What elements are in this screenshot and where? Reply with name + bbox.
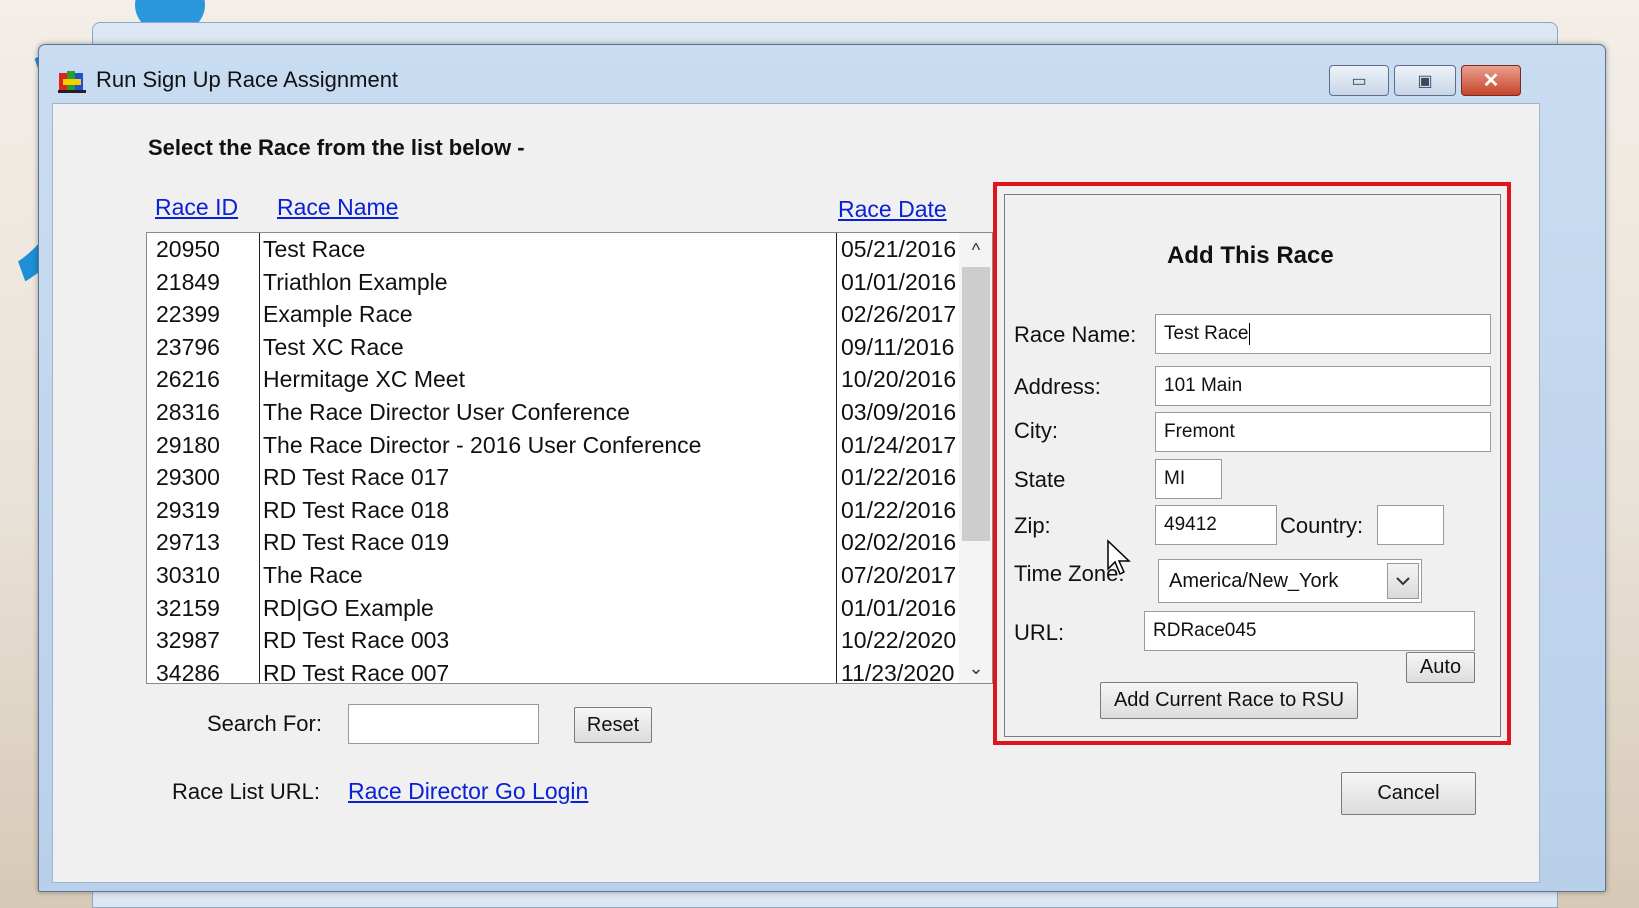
race-name-cell: The Race bbox=[263, 562, 363, 588]
race-date-cell: 10/22/2020 bbox=[841, 627, 957, 654]
timezone-value: America/New_York bbox=[1169, 569, 1339, 592]
race-id-cell: 34286 bbox=[156, 659, 220, 684]
race-list-url-label: Race List URL: bbox=[172, 779, 320, 804]
race-name-cell: Hermitage XC Meet bbox=[263, 366, 465, 393]
race-name-field[interactable]: Test Race bbox=[1155, 314, 1491, 354]
mouse-pointer-icon bbox=[1107, 539, 1131, 576]
race-date-cell: 11/23/2020 bbox=[841, 659, 955, 684]
chevron-down-icon[interactable] bbox=[1387, 563, 1419, 599]
race-date-cell: 09/11/2016 bbox=[841, 333, 955, 360]
race-id-cell: 29180 bbox=[156, 431, 220, 458]
add-current-race-to-rsu-button[interactable]: Add Current Race to RSU bbox=[1100, 682, 1358, 719]
maximize-button[interactable]: ▣ bbox=[1394, 65, 1456, 96]
race-name-cell: Triathlon Example bbox=[263, 268, 448, 295]
state-label: State bbox=[1014, 467, 1066, 492]
list-scrollbar[interactable]: ^ ⌄ bbox=[959, 233, 992, 683]
race-id-cell: 23796 bbox=[156, 333, 220, 360]
window-title: Run Sign Up Race Assignment bbox=[96, 67, 399, 92]
scroll-thumb[interactable] bbox=[962, 267, 990, 541]
race-name-cell: The Race Director - 2016 User Conference bbox=[263, 431, 702, 458]
auto-button[interactable]: Auto bbox=[1406, 652, 1475, 683]
race-id-cell: 28316 bbox=[156, 399, 220, 425]
race-id-cell: 20950 bbox=[156, 236, 220, 262]
race-name-cell: RD Test Race 007 bbox=[263, 659, 450, 684]
race-name-value: Test Race bbox=[1164, 323, 1249, 344]
race-director-go-login-link[interactable]: Race Director Go Login bbox=[348, 778, 588, 805]
dialog-client-area: Select the Race from the list below - Ra… bbox=[52, 103, 1540, 883]
race-name-cell: RD Test Race 017 bbox=[263, 464, 450, 491]
title-bar[interactable]: Run Sign Up Race Assignment ▭ ▣ ✕ bbox=[39, 45, 1605, 103]
race-id-cell: 29300 bbox=[156, 464, 220, 491]
scroll-up-icon[interactable]: ^ bbox=[959, 235, 992, 265]
race-id-cell: 30310 bbox=[156, 562, 220, 588]
race-name-cell: RD Test Race 018 bbox=[263, 496, 450, 523]
race-name-cell: The Race Director User Conference bbox=[263, 399, 630, 425]
race-date-cell: 01/22/2016 bbox=[841, 464, 957, 491]
race-id-cell: 29713 bbox=[156, 529, 220, 556]
city-field[interactable]: Fremont bbox=[1155, 412, 1491, 452]
url-label: URL: bbox=[1014, 620, 1065, 645]
race-date-cell: 07/20/2017 bbox=[841, 562, 957, 588]
race-id-cell: 21849 bbox=[156, 268, 220, 295]
race-name-cell: RD|GO Example bbox=[263, 594, 434, 621]
search-input[interactable] bbox=[348, 704, 539, 744]
race-listbox[interactable]: 20950 Test Race 05/21/2016 21849 Triathlon E… bbox=[146, 232, 993, 684]
close-icon: ✕ bbox=[1482, 70, 1500, 92]
cancel-button[interactable]: Cancel bbox=[1341, 772, 1476, 815]
country-label: Country: bbox=[1280, 513, 1364, 538]
column-header-race-name[interactable]: Race Name bbox=[277, 194, 398, 221]
race-name-cell: Example Race bbox=[263, 301, 413, 328]
race-id-cell: 22399 bbox=[156, 301, 220, 328]
add-race-title: Add This Race bbox=[1167, 242, 1334, 269]
race-date-cell: 01/01/2016 bbox=[841, 268, 957, 295]
maximize-icon: ▣ bbox=[1417, 72, 1433, 90]
url-field[interactable]: RDRace045 bbox=[1144, 611, 1475, 651]
timezone-select[interactable]: America/New_York bbox=[1158, 559, 1422, 603]
minimize-button[interactable]: ▭ bbox=[1329, 65, 1389, 96]
race-date-cell: 10/20/2016 bbox=[841, 366, 957, 393]
address-label: Address: bbox=[1014, 374, 1101, 399]
race-id-cell: 26216 bbox=[156, 366, 220, 393]
race-date-cell: 01/24/2017 bbox=[841, 431, 957, 458]
race-assignment-dialog: Run Sign Up Race Assignment ▭ ▣ ✕ Select… bbox=[38, 44, 1606, 892]
app-icon bbox=[58, 71, 86, 93]
race-date-cell: 03/09/2016 bbox=[841, 399, 957, 425]
race-date-cell: 05/21/2016 bbox=[841, 236, 957, 262]
race-date-cell: 01/01/2016 bbox=[841, 594, 957, 621]
race-id-cell: 32159 bbox=[156, 594, 220, 621]
column-header-race-id[interactable]: Race ID bbox=[155, 194, 238, 221]
column-separator bbox=[259, 233, 260, 683]
country-field[interactable] bbox=[1377, 505, 1444, 545]
reset-button[interactable]: Reset bbox=[574, 707, 652, 743]
race-name-cell: RD Test Race 003 bbox=[263, 627, 450, 654]
text-caret bbox=[1249, 323, 1251, 345]
state-field[interactable]: MI bbox=[1155, 459, 1222, 499]
race-name-cell: Test Race bbox=[263, 236, 366, 262]
minimize-icon: ▭ bbox=[1351, 72, 1367, 90]
city-label: City: bbox=[1014, 418, 1058, 443]
instruction-text: Select the Race from the list below - bbox=[148, 135, 525, 160]
column-separator bbox=[836, 233, 837, 683]
search-label: Search For: bbox=[207, 711, 322, 736]
address-field[interactable]: 101 Main bbox=[1155, 366, 1491, 406]
column-header-race-date[interactable]: Race Date bbox=[838, 196, 947, 223]
race-id-cell: 29319 bbox=[156, 496, 220, 523]
race-name-cell: Test XC Race bbox=[263, 333, 404, 360]
race-name-cell: RD Test Race 019 bbox=[263, 529, 450, 556]
zip-label: Zip: bbox=[1014, 513, 1051, 538]
scroll-down-icon[interactable]: ⌄ bbox=[959, 653, 992, 683]
race-date-cell: 02/02/2016 bbox=[841, 529, 957, 556]
close-button[interactable]: ✕ bbox=[1461, 65, 1521, 96]
race-date-cell: 01/22/2016 bbox=[841, 496, 957, 523]
zip-field[interactable]: 49412 bbox=[1155, 505, 1277, 545]
race-id-cell: 32987 bbox=[156, 627, 220, 654]
race-name-label: Race Name: bbox=[1014, 322, 1137, 347]
race-date-cell: 02/26/2017 bbox=[841, 301, 957, 328]
